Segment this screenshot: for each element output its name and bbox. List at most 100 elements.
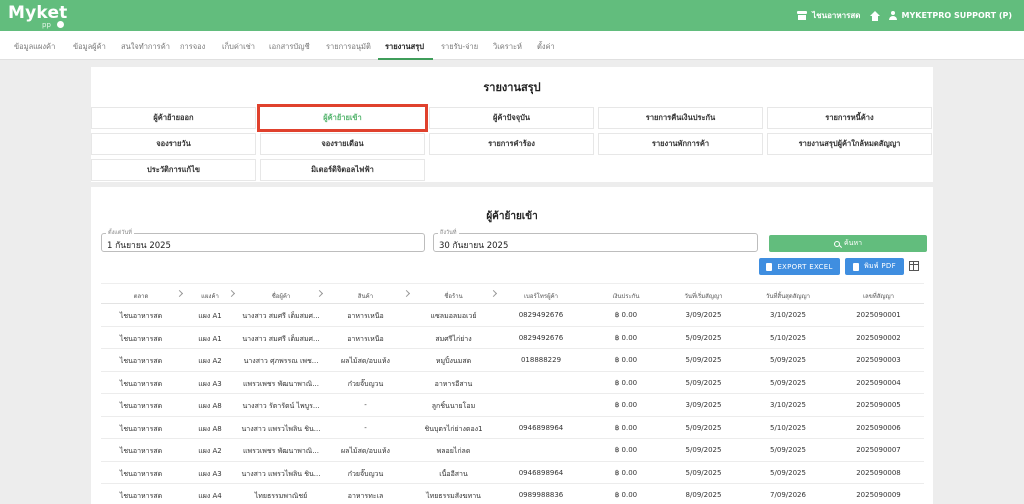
nav-item-booking[interactable]: การจอง bbox=[180, 41, 205, 53]
cell-phone: 0989988836 bbox=[518, 491, 564, 499]
report-button-moved-in[interactable]: ผู้ค้าย้ายเข้า bbox=[257, 104, 428, 132]
report-button-moved-out[interactable]: ผู้ค้าย้ายออก bbox=[91, 107, 256, 129]
table-row[interactable]: ไชนอาหารสด แผง A2 แพรวเพชร พัฒนาพาณิ... ผลไ… bbox=[101, 439, 924, 462]
cell-shop-name: ชินบุตรไก่ย่างตอง1 bbox=[424, 424, 483, 433]
cell-stall: แผง A3 bbox=[198, 469, 222, 478]
col-header-end-date[interactable]: วันที่สิ้นสุดสัญญา bbox=[743, 291, 833, 301]
nav-item-analytics[interactable]: วิเคราะห์ bbox=[493, 41, 522, 53]
cell-shop-name: ลูกชิ้นนายโอม bbox=[431, 402, 476, 410]
col-header-start-date[interactable]: วันที่เริ่มสัญญา bbox=[661, 291, 746, 301]
cell-end-date: 5/09/2025 bbox=[770, 356, 806, 364]
cell-vendor-name: แพรวเพชร พัฒนาพาณิ... bbox=[243, 379, 319, 388]
cell-vendor-name: นางสาว แพรวไพลิน ชิน... bbox=[241, 424, 321, 433]
nav-item-interested[interactable]: สนใจทำการค้า bbox=[121, 41, 170, 53]
export-excel-button[interactable]: EXPORT EXCEL bbox=[759, 258, 840, 275]
cell-shop-name: อาหารอีสาน bbox=[434, 379, 473, 388]
col-header-product[interactable]: สินค้า bbox=[323, 291, 408, 301]
cell-phone: 0946898964 bbox=[518, 423, 564, 432]
data-table: ตลาด แผงค้า ชื่อผู้ค้า สินค้า ชื่อร้าน เ… bbox=[101, 283, 924, 504]
column-settings-icon[interactable] bbox=[909, 261, 919, 271]
cell-stall: แผง A2 bbox=[198, 447, 222, 455]
cell-start-date: 5/09/2025 bbox=[685, 378, 722, 387]
col-header-contract-no[interactable]: เลขที่สัญญา bbox=[836, 291, 921, 301]
nav-item-vendors[interactable]: ข้อมูลผู้ค้า bbox=[73, 41, 106, 53]
col-header-market[interactable]: ตลาด bbox=[105, 291, 177, 301]
nav-item-income-expense[interactable]: รายรับ-จ่าย bbox=[441, 41, 478, 53]
cell-end-date: 5/10/2025 bbox=[770, 333, 806, 342]
nav-item-settings[interactable]: ตั้งค่า bbox=[537, 41, 555, 53]
document-icon bbox=[766, 262, 773, 271]
cell-end-date: 3/10/2025 bbox=[770, 311, 806, 319]
resize-handle-icon[interactable] bbox=[175, 289, 184, 298]
panel-title: รายงานสรุป bbox=[483, 81, 541, 94]
logo-sub: pp bbox=[42, 21, 51, 29]
report-button-deposit-refund[interactable]: รายการคืนเงินประกัน bbox=[598, 107, 763, 129]
search-button[interactable]: ค้นหา bbox=[769, 235, 927, 252]
cell-product: อาหารเหนือ bbox=[347, 312, 384, 320]
col-header-shop-name[interactable]: ชื่อร้าน bbox=[411, 291, 496, 301]
cell-contract-no: 2025090001 bbox=[856, 311, 901, 319]
cell-vendor-name: ไทยธรรมพาณิชย์ bbox=[254, 492, 308, 500]
home-button[interactable] bbox=[869, 10, 880, 21]
table-row[interactable]: ไชนอาหารสด แผง A2 นางสาว ศุภพรรณ เพช... ผลไ… bbox=[101, 349, 924, 372]
table-header: ตลาด แผงค้า ชื่อผู้ค้า สินค้า ชื่อร้าน เ… bbox=[101, 283, 924, 304]
cell-start-date: 5/09/2025 bbox=[685, 446, 722, 454]
cell-market: ไชนอาหารสด bbox=[119, 469, 163, 478]
cell-contract-no: 2025090005 bbox=[856, 401, 901, 409]
col-header-deposit[interactable]: เงินประกัน bbox=[586, 291, 666, 301]
document-icon bbox=[853, 262, 860, 271]
cell-start-date: 8/09/2025 bbox=[685, 491, 722, 499]
header-actions: ไชนอาหารสด MYKETPRO SUPPORT (P) bbox=[797, 9, 1012, 22]
report-button-debts[interactable]: รายการหนี้ค้าง bbox=[767, 107, 932, 129]
logo-text: Myket bbox=[8, 3, 68, 23]
cell-shop-name: สมศรีไก่ย่าง bbox=[435, 334, 472, 343]
cell-contract-no: 2025090007 bbox=[856, 446, 901, 454]
report-button-requests[interactable]: รายการคำร้อง bbox=[429, 133, 594, 155]
table-row[interactable]: ไชนอาหารสด แผง A4 ไทยธรรมพาณิชย์ อาหารทะเล ไ… bbox=[101, 484, 924, 504]
report-button-contract-expiring[interactable]: รายงานสรุปผู้ค้าใกล้หมดสัญญา bbox=[767, 133, 932, 155]
start-date-field[interactable]: ตั้งแต่วันที่ 1 กันยายน 2025 bbox=[101, 229, 425, 252]
table-row[interactable]: ไชนอาหารสด แผง A1 นางสาว สมศรี เต็มสมศ... อ… bbox=[101, 304, 924, 327]
nav-item-stalls[interactable]: ข้อมูลแผงค้า bbox=[14, 41, 55, 53]
cell-phone: 0829492676 bbox=[518, 333, 564, 342]
print-pdf-button[interactable]: พิมพ์ PDF bbox=[845, 258, 904, 275]
table-row[interactable]: ไชนอาหารสด แผง A3 แพรวเพชร พัฒนาพาณิ... ก๋ว… bbox=[101, 372, 924, 394]
cell-product: - bbox=[364, 423, 367, 432]
report-button-monthly-booking[interactable]: จองรายเดือน bbox=[260, 133, 425, 155]
cell-deposit: ฿ 0.00 bbox=[614, 423, 638, 432]
cell-product: ผลไม้สด/อบแห้ง bbox=[341, 447, 390, 455]
col-header-phone[interactable]: เบอร์โทรผู้ค้า bbox=[501, 291, 581, 301]
cell-product: ก๋วยจั๊บญวน bbox=[347, 379, 384, 388]
app-logo[interactable]: Myket pp bbox=[8, 2, 68, 30]
table-body: ไชนอาหารสด แผง A1 นางสาว สมศรี เต็มสมศ... อ… bbox=[101, 304, 924, 504]
cell-contract-no: 2025090002 bbox=[856, 333, 901, 342]
cell-start-date: 5/09/2025 bbox=[685, 423, 722, 432]
cell-phone: 0829492676 bbox=[518, 311, 564, 319]
table-row[interactable]: ไชนอาหารสด แผง A3 นางสาว แพรวไพลิน ชิน... ก… bbox=[101, 462, 924, 484]
cell-stall: แผง A1 bbox=[198, 334, 222, 343]
nav-item-approvals[interactable]: รายการอนุมัติ bbox=[326, 41, 371, 53]
col-header-vendor-name[interactable]: ชื่อผู้ค้า bbox=[236, 291, 326, 301]
table-row[interactable]: ไชนอาหารสด แผง A1 นางสาว สมศรี เต็มสมศ... อ… bbox=[101, 327, 924, 349]
report-button-daily-booking[interactable]: จองรายวัน bbox=[91, 133, 256, 155]
cell-phone: 0946898964 bbox=[518, 468, 564, 477]
nav-item-summary-report[interactable]: รายงานสรุป bbox=[385, 41, 424, 53]
nav-item-rent-collection[interactable]: เก็บค่าเช่า bbox=[222, 41, 255, 53]
store-selector[interactable]: ไชนอาหารสด bbox=[797, 9, 861, 22]
cell-deposit: ฿ 0.00 bbox=[614, 378, 638, 387]
user-menu[interactable]: MYKETPRO SUPPORT (P) bbox=[888, 11, 1012, 20]
end-date-field[interactable]: ถึงวันที่ 30 กันยายน 2025 bbox=[433, 229, 758, 252]
report-button-edit-history[interactable]: ประวัติการแก้ไข bbox=[91, 159, 256, 181]
table-row[interactable]: ไชนอาหารสด แผง A8 นางสาว รัตารัตน์ ไพบูร..… bbox=[101, 394, 924, 417]
table-row[interactable]: ไชนอาหารสด แผง A8 นางสาว แพรวไพลิน ชิน... -… bbox=[101, 417, 924, 439]
report-button-current[interactable]: ผู้ค้าปัจจุบัน bbox=[429, 107, 594, 129]
cell-deposit: ฿ 0.00 bbox=[614, 468, 638, 477]
cell-vendor-name: นางสาว ศุภพรรณ เพช... bbox=[243, 357, 319, 365]
cell-start-date: 3/09/2025 bbox=[685, 401, 722, 409]
nav-item-accounting-docs[interactable]: เอกสารบัญชี bbox=[269, 41, 310, 53]
report-button-digital-meter[interactable]: มิเตอร์ดิจิตอลไฟฟ้า bbox=[260, 159, 425, 181]
store-name: ไชนอาหารสด bbox=[812, 11, 861, 20]
cell-end-date: 5/09/2025 bbox=[770, 378, 806, 387]
report-button-suspension[interactable]: รายงานพักการค้า bbox=[598, 133, 763, 155]
cell-contract-no: 2025090008 bbox=[856, 468, 901, 477]
